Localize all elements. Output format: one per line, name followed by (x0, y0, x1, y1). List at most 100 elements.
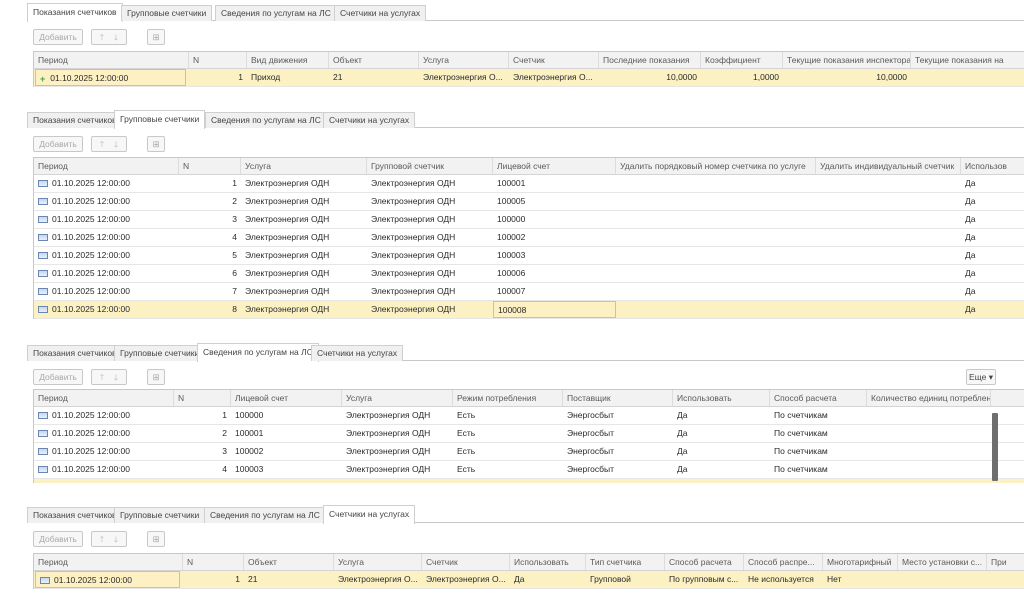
tab-group-meters[interactable]: Групповые счетчики (114, 110, 206, 129)
period-cell[interactable]: 01.10.2025 12:00:00 (34, 175, 179, 192)
period-cell[interactable]: 01.10.2025 12:00:00 (34, 407, 174, 424)
add-button[interactable]: Добавить (33, 136, 83, 152)
move-up-icon[interactable]: 🡑 (95, 31, 109, 45)
table-row[interactable]: +01.10.2025 12:00:00 1 Приход 21 Электро… (34, 69, 1024, 87)
col-header[interactable]: Период (34, 52, 189, 68)
table-row[interactable]: 01.10.2025 12:00:00 2 Электроэнергия ОДН Эл… (34, 193, 1024, 211)
col-header[interactable]: Услуга (241, 158, 367, 174)
col-header[interactable]: Текущие показания инспектора (783, 52, 911, 68)
tab-meters-on-services[interactable]: Счетчики на услугах (323, 505, 416, 524)
period-cell[interactable]: 01.10.2025 12:00:00 (34, 425, 174, 442)
tab-group-meters[interactable]: Групповые счетчики (114, 507, 206, 523)
col-header[interactable]: Использовать (510, 554, 586, 570)
fill-icon[interactable]: ⊞ (147, 29, 165, 45)
col-header[interactable]: Период (34, 554, 183, 570)
fill-icon[interactable]: ⊞ (147, 136, 165, 152)
col-header[interactable]: Период (34, 158, 179, 174)
tab-group-meters[interactable]: Групповые счетчики (114, 345, 206, 361)
tab-services-info[interactable]: Сведения по услугам на ЛС (205, 112, 327, 128)
col-header[interactable]: Групповой счетчик (367, 158, 493, 174)
period-cell[interactable]: 01.10.2025 12:00:00 (34, 283, 179, 300)
add-button[interactable]: Добавить (33, 369, 83, 385)
col-header[interactable]: Вид движения (247, 52, 329, 68)
col-header[interactable]: Услуга (342, 390, 453, 406)
move-up-icon[interactable]: 🡑 (95, 138, 109, 152)
move-up-icon[interactable]: 🡑 (95, 371, 109, 385)
tab-meters-on-services[interactable]: Счетчики на услугах (311, 345, 404, 361)
col-header[interactable]: N (189, 52, 247, 68)
period-cell[interactable]: 01.10.2025 12:00:00 (34, 265, 179, 282)
col-header[interactable]: Лицевой счет (493, 158, 616, 174)
col-header[interactable]: N (174, 390, 231, 406)
move-down-icon[interactable]: 🡓 (109, 31, 123, 45)
tab-meter-readings[interactable]: Показания счетчиков (27, 112, 123, 128)
period-cell[interactable]: 01.10.2025 12:00:00 (34, 229, 179, 246)
move-down-icon[interactable]: 🡓 (109, 371, 123, 385)
tab-meter-readings[interactable]: Показания счетчиков (27, 3, 123, 22)
period-cell[interactable]: 01.10.2025 12:00:00 (34, 301, 179, 318)
col-header[interactable]: Удалить порядковый номер счетчика по усл… (616, 158, 816, 174)
col-header[interactable]: Период (34, 390, 174, 406)
table-row[interactable]: 01.10.2025 12:00:00 3 Электроэнергия ОДН Эл… (34, 211, 1024, 229)
table-row[interactable]: 01.10.2025 12:00:00 4 Электроэнергия ОДН Эл… (34, 229, 1024, 247)
table-row[interactable]: 01.10.2025 12:00:00 8 Электроэнергия ОДН Эл… (34, 301, 1024, 319)
col-header[interactable]: N (183, 554, 244, 570)
period-cell[interactable]: 01.10.2025 12:00:00 (34, 193, 179, 210)
col-header[interactable]: Удалить индивидуальный счетчик (816, 158, 961, 174)
move-down-icon[interactable]: 🡓 (109, 138, 123, 152)
tab-meter-readings[interactable]: Показания счетчиков (27, 507, 123, 523)
col-header[interactable]: Место установки с... (898, 554, 987, 570)
table-row[interactable]: 01.10.2025 12:00:00 1 Электроэнергия ОДН Эл… (34, 175, 1024, 193)
tab-services-info[interactable]: Сведения по услугам на ЛС (197, 343, 319, 362)
move-down-icon[interactable]: 🡓 (109, 533, 123, 547)
col-header[interactable]: Коэффициент (701, 52, 783, 68)
col-header[interactable]: Режим потребления (453, 390, 563, 406)
table-row[interactable]: 01.10.2025 12:00:00 3 100002 Электроэнергия… (34, 443, 1024, 461)
table-row[interactable]: 01.10.2025 12:00:00 6 Электроэнергия ОДН Эл… (34, 265, 1024, 283)
table-row[interactable]: 01.10.2025 12:00:00 1 21 Электроэнергия … (34, 571, 1024, 589)
move-up-icon[interactable]: 🡑 (95, 533, 109, 547)
col-header[interactable]: Объект (329, 52, 419, 68)
table-row[interactable]: 01.10.2025 12:00:00 2 100001 Электроэнергия… (34, 425, 1024, 443)
period-cell[interactable]: 01.10.2025 12:00:00 (34, 461, 174, 478)
col-header[interactable]: Количество единиц потребления (867, 390, 991, 406)
col-header[interactable]: Многотарифный (823, 554, 898, 570)
vertical-scrollbar[interactable] (992, 413, 998, 481)
col-header[interactable]: Услуга (419, 52, 509, 68)
col-header[interactable]: Способ расчета (665, 554, 744, 570)
col-header[interactable]: При (987, 554, 1024, 570)
add-button[interactable]: Добавить (33, 29, 83, 45)
col-header[interactable]: Способ распре... (744, 554, 823, 570)
col-header[interactable]: N (179, 158, 241, 174)
table-row[interactable]: 01.10.2025 12:00:00 4 100003 Электроэнергия… (34, 461, 1024, 479)
tab-services-info[interactable]: Сведения по услугам на ЛС (204, 507, 326, 523)
period-cell[interactable]: 01.10.2025 12:00:00 (35, 571, 180, 588)
col-header[interactable]: Последние показания (599, 52, 701, 68)
tab-services-info[interactable]: Сведения по услугам на ЛС (215, 5, 337, 21)
col-header[interactable]: Лицевой счет (231, 390, 342, 406)
tab-meters-on-services[interactable]: Счетчики на услугах (323, 112, 416, 128)
tab-meter-readings[interactable]: Показания счетчиков (27, 345, 123, 361)
table-row[interactable]: 01.10.2025 12:00:00 7 Электроэнергия ОДН Эл… (34, 283, 1024, 301)
col-header[interactable]: Объект (244, 554, 334, 570)
col-header[interactable]: Счетчик (509, 52, 599, 68)
col-header[interactable]: Способ расчета (770, 390, 867, 406)
col-header[interactable]: Текущие показания на (911, 52, 1024, 68)
period-cell[interactable]: 01.10.2025 12:00:00 (34, 443, 174, 460)
period-cell[interactable]: 01.10.2025 12:00:00 (34, 479, 174, 483)
col-header[interactable]: Поставщик (563, 390, 673, 406)
tab-meters-on-services[interactable]: Счетчики на услугах (334, 5, 427, 21)
col-header[interactable]: Тип счетчика (586, 554, 665, 570)
col-header[interactable]: Услуга (334, 554, 422, 570)
more-button[interactable]: Еще ▾ (966, 369, 996, 385)
add-button[interactable]: Добавить (33, 531, 83, 547)
fill-icon[interactable]: ⊞ (147, 531, 165, 547)
period-cell[interactable]: +01.10.2025 12:00:00 (35, 69, 186, 86)
col-header[interactable]: Использов (961, 158, 1024, 174)
col-header[interactable]: Счетчик (422, 554, 510, 570)
table-row[interactable]: 01.10.2025 12:00:00 1 100000 Электроэнергия… (34, 407, 1024, 425)
table-row[interactable]: 01.10.2025 12:00:00 5 Электроэнергия ОДН Эл… (34, 247, 1024, 265)
fill-icon[interactable]: ⊞ (147, 369, 165, 385)
tab-group-meters[interactable]: Групповые счетчики (121, 5, 213, 21)
period-cell[interactable]: 01.10.2025 12:00:00 (34, 211, 179, 228)
